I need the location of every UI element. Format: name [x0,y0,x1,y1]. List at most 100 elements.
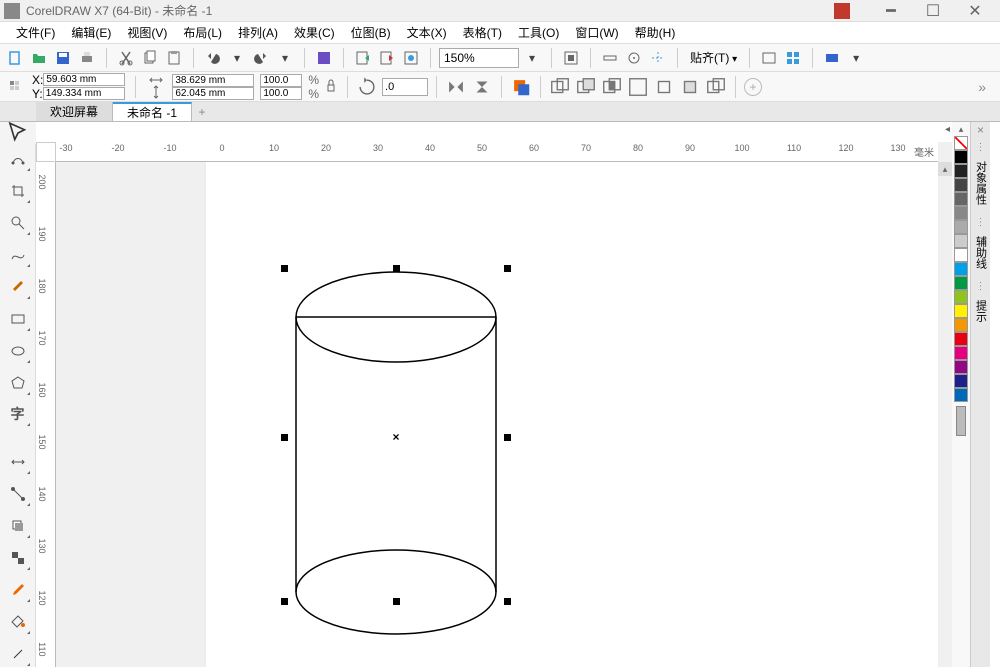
docker-guidelines[interactable]: 辅助线 [971,228,991,277]
drop-shadow-tool[interactable] [5,513,31,539]
undo-drop[interactable]: ▾ [226,47,248,69]
menu-tools[interactable]: 工具(O) [510,24,567,41]
menu-help[interactable]: 帮助(H) [627,24,684,41]
dimension-tool[interactable] [5,449,31,475]
sel-handle-mr[interactable] [504,434,511,441]
app-launcher-button[interactable] [782,47,804,69]
add-tab-button[interactable]: + [192,102,212,121]
polygon-tool[interactable] [5,370,31,396]
redo-button[interactable] [250,47,272,69]
launch-button[interactable] [821,47,843,69]
color-swatch[interactable] [954,276,968,290]
print-button[interactable] [76,47,98,69]
color-swatch[interactable] [954,304,968,318]
ruler-origin[interactable] [36,142,56,162]
new-button[interactable] [4,47,26,69]
fill-tool[interactable] [5,609,31,635]
canvas[interactable]: × [56,162,938,667]
show-guides-button[interactable] [647,47,669,69]
palette-scroll[interactable] [956,406,966,436]
menu-layout[interactable]: 布局(L) [175,24,230,41]
color-swatch[interactable] [954,164,968,178]
color-swatch[interactable] [954,374,968,388]
sel-handle-br[interactable] [504,598,511,605]
launch-drop[interactable]: ▾ [845,47,867,69]
simplify-button[interactable] [627,76,649,98]
zoom-drop[interactable]: ▾ [521,47,543,69]
menu-file[interactable]: 文件(F) [8,24,63,41]
options-button[interactable] [758,47,780,69]
save-button[interactable] [52,47,74,69]
order-button[interactable] [510,76,532,98]
docker-object-properties[interactable]: 对象属性 [971,153,991,213]
menu-edit[interactable]: 编辑(E) [63,24,119,41]
copy-button[interactable] [139,47,161,69]
menu-effects[interactable]: 效果(C) [286,24,343,41]
import-button[interactable] [352,47,374,69]
mirror-v-button[interactable] [471,76,493,98]
color-swatch[interactable] [954,150,968,164]
sel-handle-tl[interactable] [281,265,288,272]
horizontal-ruler[interactable]: 毫米 -30-20-100102030405060708090100110120… [56,142,938,162]
trim-button[interactable] [575,76,597,98]
vertical-ruler[interactable]: 200190180170160150140130120110 [36,162,56,667]
snap-dropdown[interactable]: 贴齐(T) [686,49,741,66]
text-tool[interactable]: 字 [5,402,31,428]
redo-drop[interactable]: ▾ [274,47,296,69]
transparency-tool[interactable] [5,545,31,571]
color-swatch[interactable] [954,262,968,276]
ellipse-tool[interactable] [5,338,31,364]
rectangle-tool[interactable] [5,306,31,332]
artistic-media-tool[interactable] [5,274,31,300]
connector-tool[interactable] [5,481,31,507]
front-minus-back-button[interactable] [653,76,675,98]
show-rulers-button[interactable] [599,47,621,69]
pick-tool[interactable] [5,123,31,143]
menu-window[interactable]: 窗口(W) [567,24,626,41]
sel-center[interactable]: × [392,430,399,444]
menu-text[interactable]: 文本(X) [399,24,455,41]
y-input[interactable] [43,87,125,100]
zoom-tool[interactable] [5,210,31,236]
scale-x-input[interactable] [260,74,302,87]
sel-handle-tr[interactable] [504,265,511,272]
color-swatch[interactable] [954,248,968,262]
scale-y-input[interactable] [260,87,302,100]
menu-arrange[interactable]: 排列(A) [230,24,286,41]
maximize-button[interactable]: ☐ [918,2,948,20]
propbar-overflow[interactable]: » [978,79,988,95]
crop-tool[interactable] [5,178,31,204]
cylinder-shape[interactable] [276,262,516,642]
x-input[interactable] [43,73,125,86]
menu-table[interactable]: 表格(T) [455,24,510,41]
export-button[interactable] [376,47,398,69]
paste-button[interactable] [163,47,185,69]
color-swatch[interactable] [954,318,968,332]
sel-handle-bc[interactable] [393,598,400,605]
undo-button[interactable] [202,47,224,69]
publish-pdf-button[interactable] [400,47,422,69]
sel-handle-ml[interactable] [281,434,288,441]
palette-up[interactable]: ▴ [959,124,964,136]
weld-button[interactable] [549,76,571,98]
docker-grip[interactable]: ⋮ [976,142,986,153]
boundary-button[interactable] [705,76,727,98]
minimize-button[interactable]: ━ [876,2,906,20]
color-swatch[interactable] [954,220,968,234]
fullscreen-button[interactable] [560,47,582,69]
back-minus-front-button[interactable] [679,76,701,98]
lock-ratio-button[interactable] [323,72,339,102]
sel-handle-bl[interactable] [281,598,288,605]
interactive-fill-tool[interactable] [5,641,31,667]
open-button[interactable] [28,47,50,69]
scroll-up[interactable]: ▴ [938,162,952,176]
color-swatch[interactable] [954,360,968,374]
vertical-scrollbar[interactable]: ▴ [938,162,952,667]
search-content-button[interactable] [313,47,335,69]
swatch-none[interactable] [954,136,968,150]
tab-welcome[interactable]: 欢迎屏幕 [36,102,113,121]
color-swatch[interactable] [954,192,968,206]
color-swatch[interactable] [954,234,968,248]
close-button[interactable]: ✕ [960,2,990,20]
menu-view[interactable]: 视图(V) [119,24,175,41]
